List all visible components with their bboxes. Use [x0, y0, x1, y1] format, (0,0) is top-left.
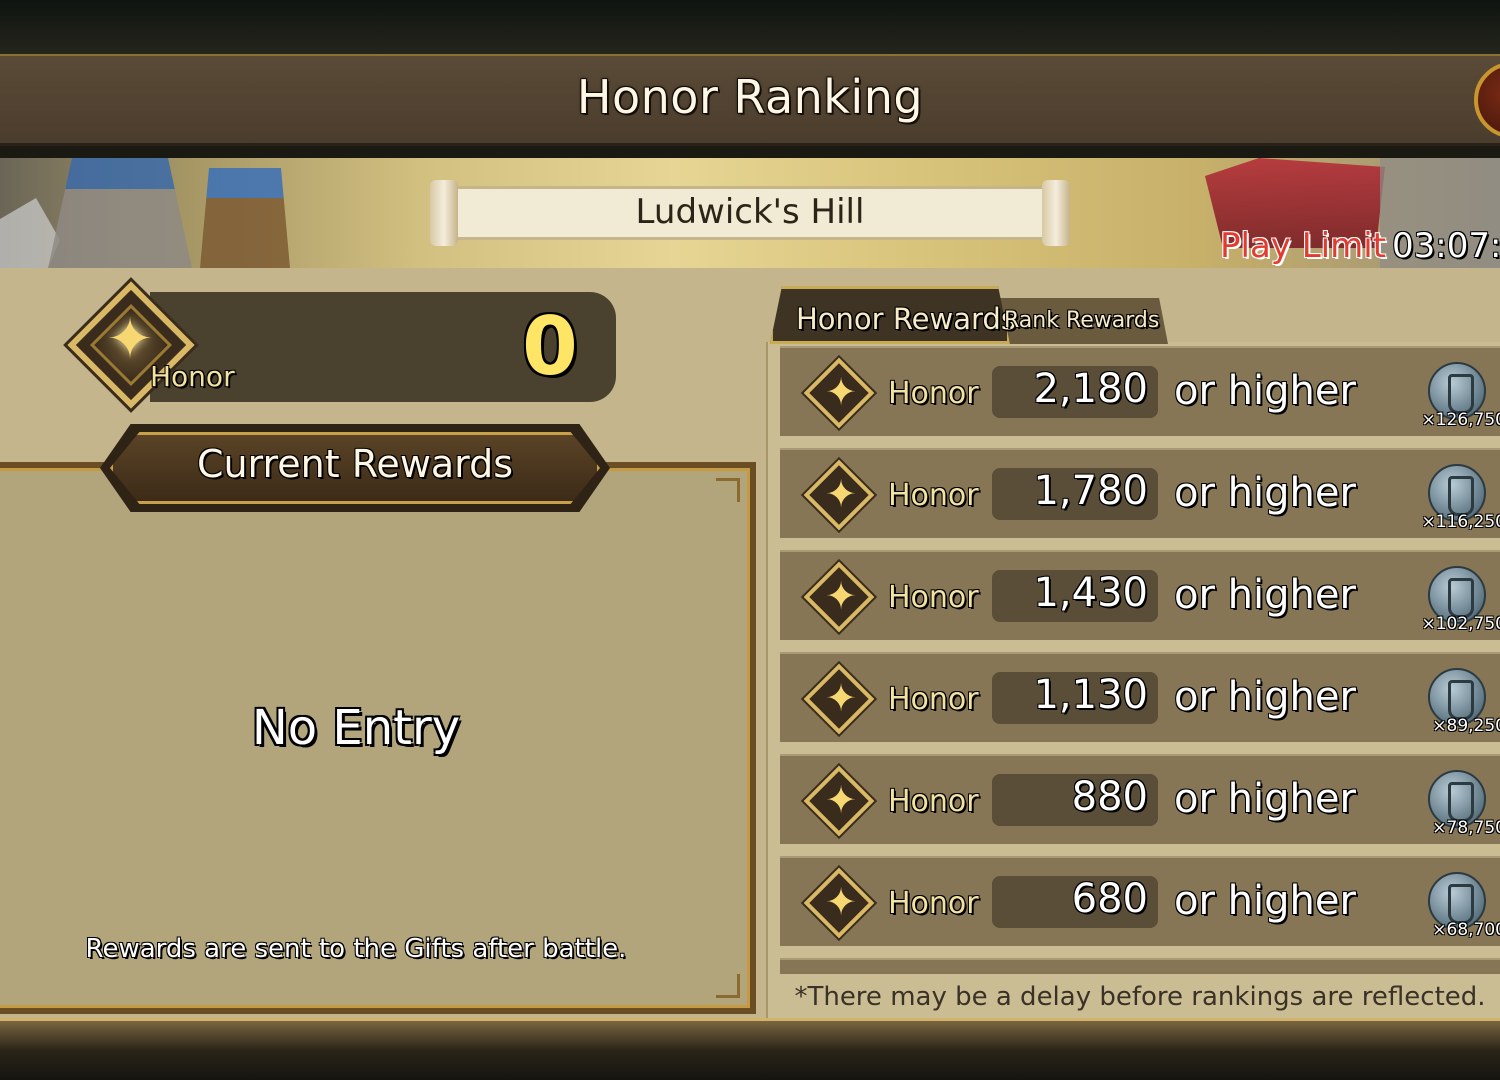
reward-row-quantity: ×116,250	[1421, 512, 1500, 532]
reward-row[interactable]: ✦ Honor 1,430 or higher ×102,750	[780, 550, 1500, 640]
reward-row-label: Honor	[888, 886, 979, 921]
reward-row-threshold: 1,780	[1033, 468, 1148, 514]
bottom-strip	[0, 1018, 1500, 1080]
play-limit-label: Play Limit	[1220, 226, 1386, 266]
reward-row[interactable]: ✦ Honor 2,180 or higher ×126,750	[780, 346, 1500, 436]
reward-row[interactable]: ✦ Honor 680 or higher ×68,700	[780, 856, 1500, 946]
reward-row-label: Honor	[888, 478, 979, 513]
honor-value: 0	[522, 300, 578, 393]
reward-row-quantity: ×78,750	[1432, 818, 1500, 838]
honor-star-icon: ✦	[825, 778, 857, 822]
honor-star-icon: ✦	[825, 370, 857, 414]
header-bar: Honor Ranking	[0, 56, 1500, 146]
reward-row-label: Honor	[888, 376, 979, 411]
reward-row-threshold: 1,430	[1033, 570, 1148, 616]
current-rewards-title: Current Rewards	[196, 442, 514, 486]
honor-star-icon: ✦	[825, 472, 857, 516]
reward-row[interactable]: ✦ Honor 1,130 or higher ×89,250	[780, 652, 1500, 742]
reward-row-suffix: or higher	[1174, 674, 1356, 720]
honor-star-icon: ✦	[825, 574, 857, 618]
banner-tower-art	[200, 168, 290, 268]
reward-row-partial[interactable]	[780, 958, 1500, 974]
honor-star-icon: ✦	[825, 676, 857, 720]
play-limit-timer: 03:07:1	[1392, 226, 1500, 266]
reward-row-quantity: ×102,750	[1421, 614, 1500, 634]
reward-row-suffix: or higher	[1174, 470, 1356, 516]
reward-row-suffix: or higher	[1174, 878, 1356, 924]
reward-row-label: Honor	[888, 784, 979, 819]
honor-star-icon: ✦	[825, 880, 857, 924]
stage-name-scroll: Ludwick's Hill	[430, 180, 1070, 246]
banner-tower-art	[48, 158, 192, 268]
tab-honor-rewards-label[interactable]: Honor Rewards	[796, 302, 1016, 336]
reward-row-quantity: ×126,750	[1421, 410, 1500, 430]
reward-row-threshold: 880	[1071, 774, 1148, 820]
top-strip	[0, 0, 1500, 56]
reward-row-threshold: 1,130	[1033, 672, 1148, 718]
honor-label: Honor	[150, 360, 235, 393]
page-title: Honor Ranking	[576, 70, 924, 124]
tab-rank-rewards-label[interactable]: Rank Rewards	[1004, 308, 1159, 333]
stage-name: Ludwick's Hill	[635, 192, 865, 232]
reward-row[interactable]: ✦ Honor 1,780 or higher ×116,250	[780, 448, 1500, 538]
reward-row-label: Honor	[888, 682, 979, 717]
reward-row-threshold: 2,180	[1033, 366, 1148, 412]
reward-row-suffix: or higher	[1174, 368, 1356, 414]
reward-row-label: Honor	[888, 580, 979, 615]
reward-row[interactable]: ✦ Honor 880 or higher ×78,750	[780, 754, 1500, 844]
reward-row-threshold: 680	[1071, 876, 1148, 922]
no-entry-status: No Entry	[251, 700, 461, 756]
rewards-note: Rewards are sent to the Gifts after batt…	[85, 934, 627, 964]
delay-note: *There may be a delay before rankings ar…	[794, 982, 1486, 1012]
reward-row-suffix: or higher	[1174, 776, 1356, 822]
reward-row-quantity: ×89,250	[1432, 716, 1500, 736]
reward-row-suffix: or higher	[1174, 572, 1356, 618]
reward-row-quantity: ×68,700	[1432, 920, 1500, 940]
